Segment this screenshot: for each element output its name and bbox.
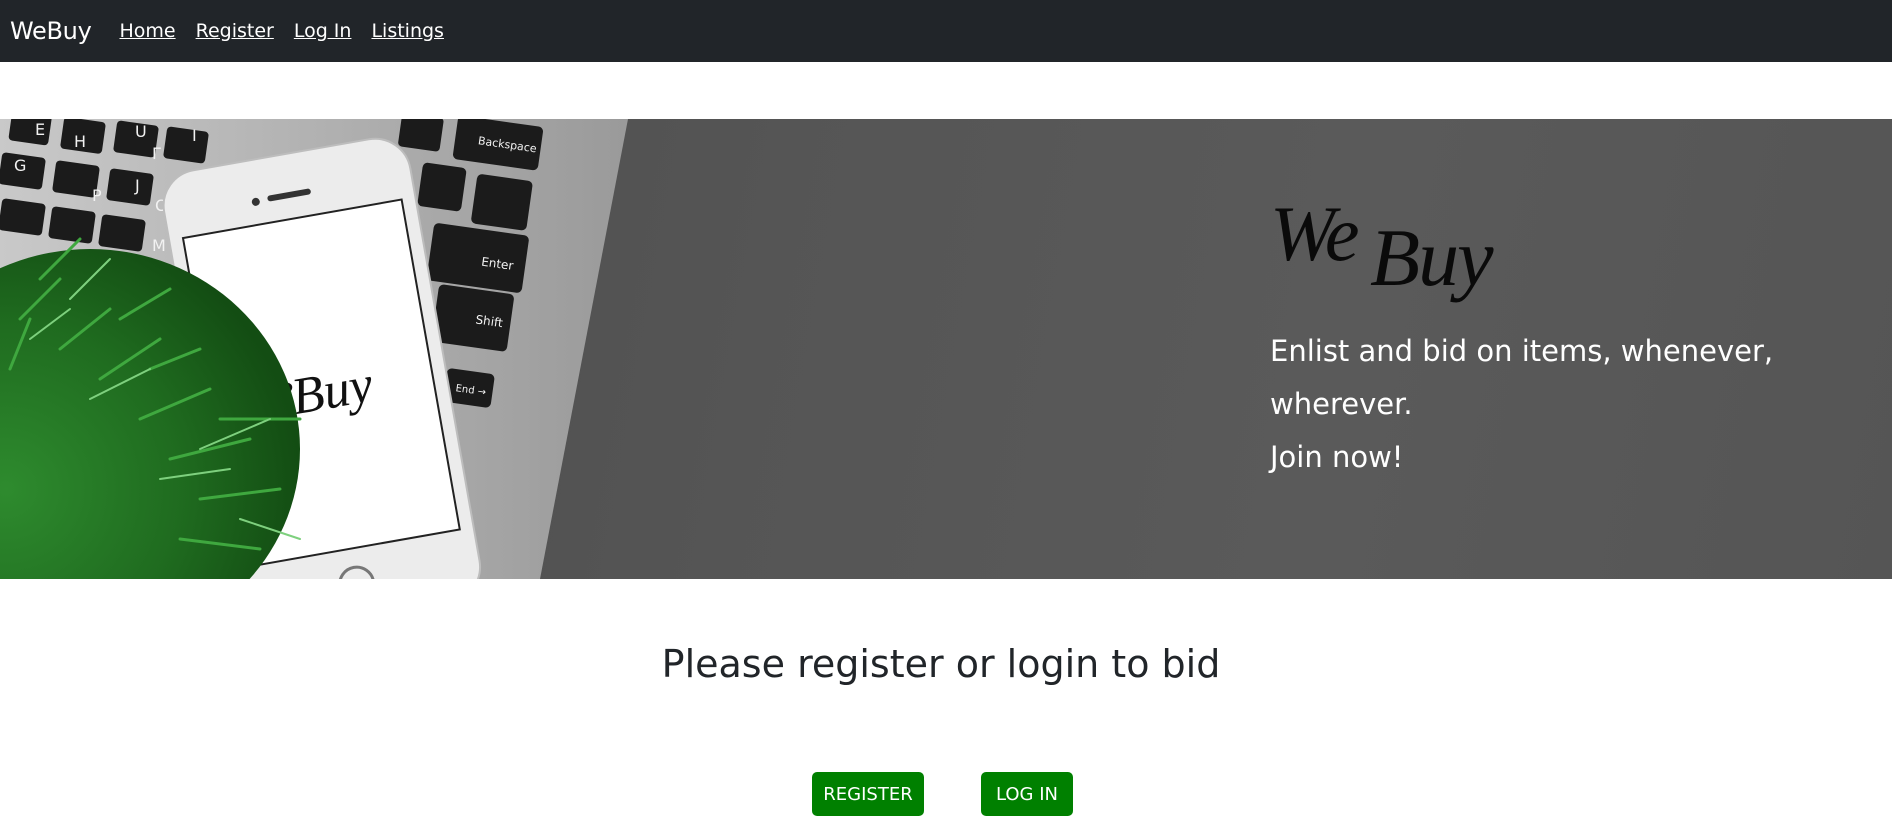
key-ge: Г: [152, 144, 162, 163]
key-u: U: [135, 122, 147, 141]
hero-tagline: Enlist and bid on items, whenever, where…: [1270, 325, 1890, 484]
key-m: M: [152, 236, 166, 255]
tagline-line-1: Enlist and bid on items, whenever, where…: [1270, 334, 1774, 421]
hero-logo: We Buy: [1270, 189, 1890, 319]
tagline-line-2: Join now!: [1270, 440, 1404, 474]
nav-link-register[interactable]: Register: [196, 20, 274, 42]
register-button[interactable]: REGISTER: [812, 772, 924, 816]
navbar-brand[interactable]: WeBuy: [10, 17, 92, 45]
key-p: P: [92, 186, 102, 205]
nav-link-home[interactable]: Home: [119, 20, 175, 42]
key-g: G: [14, 156, 26, 175]
key-e: E: [35, 120, 45, 139]
login-prompt: Please register or login to bid: [661, 642, 1221, 686]
nav-link-listings[interactable]: Listings: [371, 20, 444, 42]
top-navbar: WeBuy Home Register Log In Listings: [0, 0, 1892, 62]
hero-text: We Buy Enlist and bid on items, whenever…: [1270, 189, 1890, 484]
hero-banner: E U Backspace Enter Shift End → H P J O …: [0, 119, 1892, 579]
nav-link-login[interactable]: Log In: [294, 20, 352, 42]
nav-links: Home Register Log In Listings: [119, 20, 463, 42]
hero-logo-we: We: [1270, 190, 1359, 277]
key-j: J: [134, 176, 140, 195]
hero-logo-buy: Buy: [1370, 212, 1493, 303]
key-i: I: [192, 126, 197, 145]
login-button[interactable]: LOG IN: [981, 772, 1073, 816]
hero-photo: E U Backspace Enter Shift End → H P J O …: [0, 119, 628, 579]
key-h: H: [74, 132, 86, 151]
